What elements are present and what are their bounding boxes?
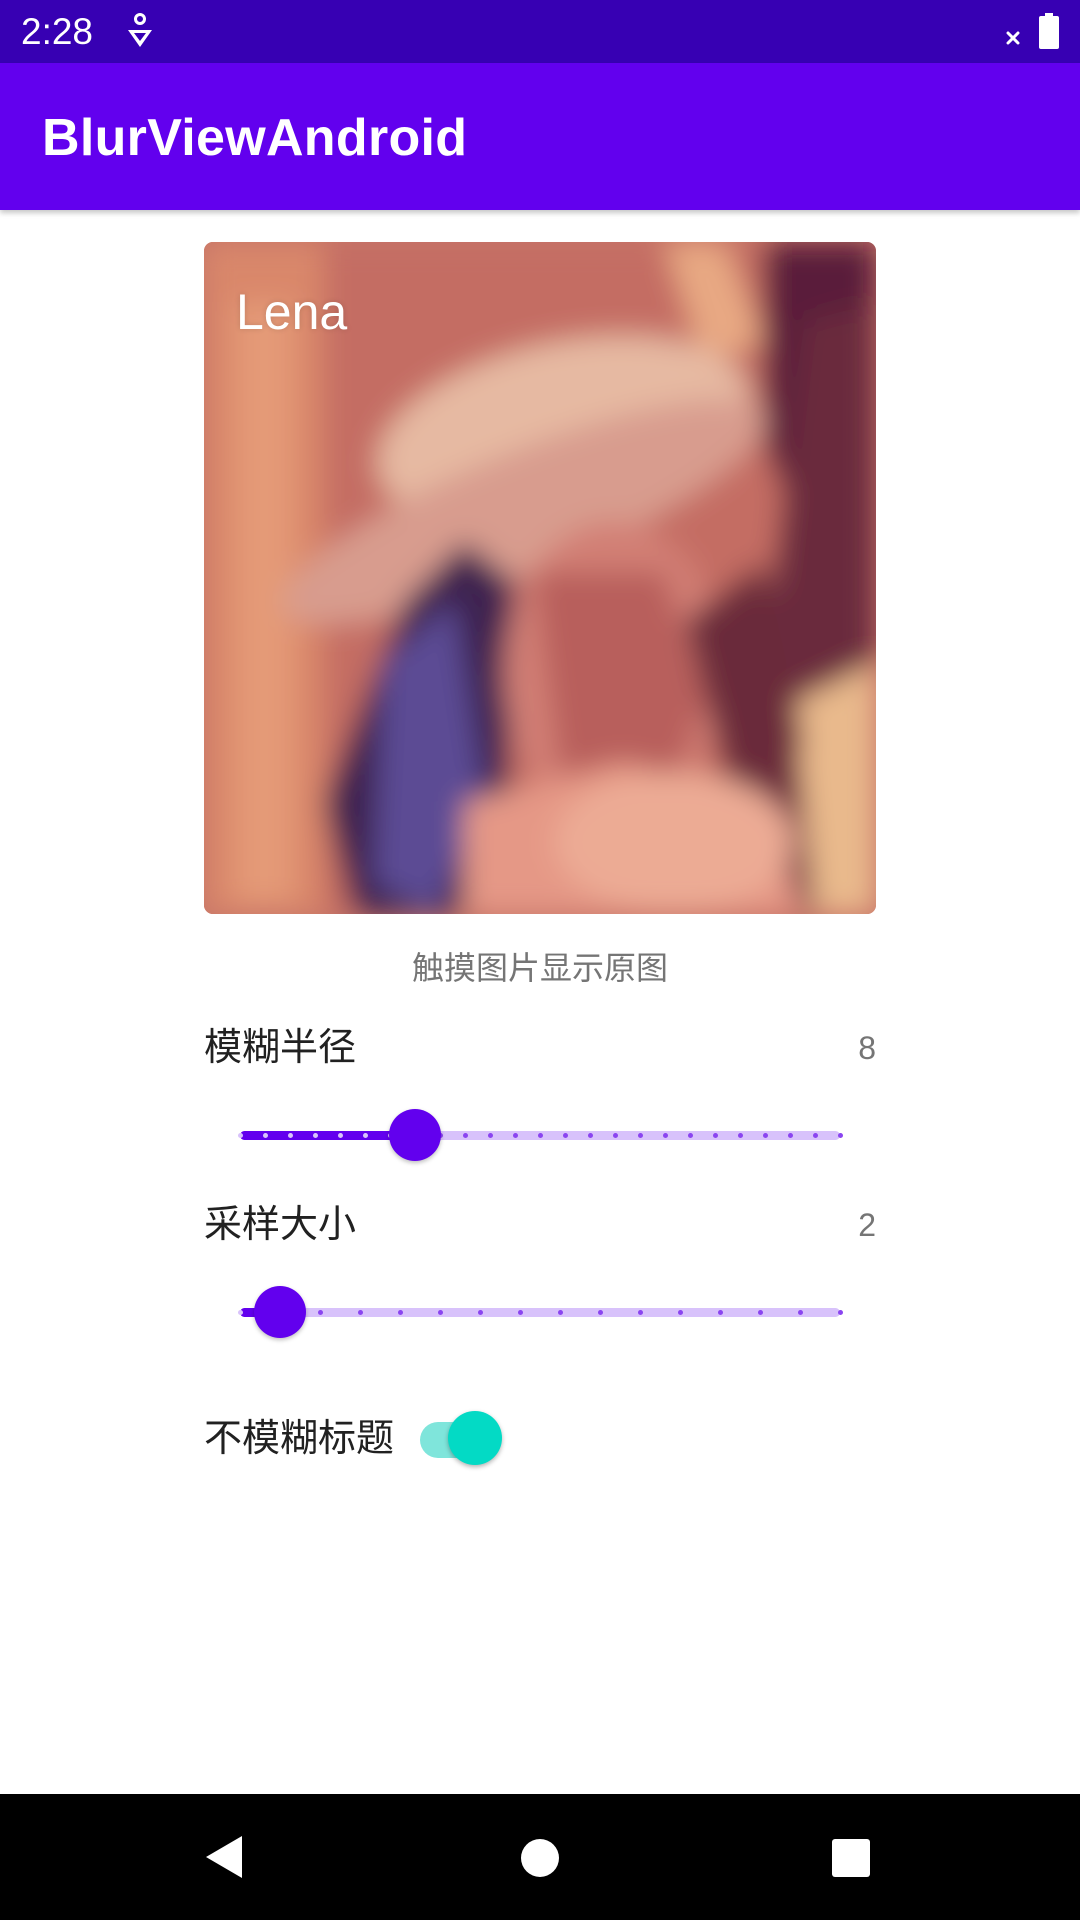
sample-size-value: 2 — [858, 1207, 876, 1243]
slider-tick — [662, 1133, 668, 1138]
notification-icon — [128, 13, 152, 47]
slider-thumb[interactable] — [389, 1109, 441, 1161]
blur-radius-slider[interactable] — [237, 1105, 843, 1165]
slider-tick — [337, 1133, 343, 1138]
slider-tick — [837, 1310, 843, 1315]
back-icon[interactable] — [204, 1834, 244, 1880]
blurred-photo — [204, 242, 876, 914]
status-time: 2:28 — [21, 11, 94, 52]
home-icon[interactable] — [520, 1838, 560, 1878]
nav-bar — [0, 1794, 1080, 1920]
no-blur-title-switch[interactable] — [418, 1408, 504, 1468]
slider-tick — [837, 1133, 843, 1138]
slider-tick — [357, 1310, 363, 1315]
image-caption: Lena — [236, 284, 348, 340]
blur-radius-value: 8 — [858, 1030, 876, 1066]
slider-tick — [397, 1310, 403, 1315]
slider-tick — [612, 1133, 618, 1138]
slider-track — [240, 1308, 840, 1317]
slider-tick — [637, 1133, 643, 1138]
slider-tick — [762, 1133, 768, 1138]
slider-tick — [557, 1310, 563, 1315]
slider-tick — [237, 1310, 243, 1315]
slider-tick — [362, 1133, 368, 1138]
slider-tick — [812, 1133, 818, 1138]
slider-tick — [537, 1133, 543, 1138]
slider-tick — [677, 1310, 683, 1315]
touch-hint: 触摸图片显示原图 — [411, 949, 668, 987]
slider-tick — [637, 1310, 643, 1315]
slider-tick — [797, 1310, 803, 1315]
slider-tick — [737, 1133, 743, 1138]
slider-tick — [687, 1133, 693, 1138]
battery-icon — [1039, 13, 1059, 49]
slider-tick — [787, 1133, 793, 1138]
blur-image-card[interactable]: Lena — [204, 242, 876, 914]
slider-tick — [487, 1133, 493, 1138]
recents-icon[interactable] — [831, 1838, 871, 1878]
sample-size-slider[interactable] — [237, 1282, 843, 1342]
slider-tick — [512, 1133, 518, 1138]
slider-tick — [712, 1133, 718, 1138]
slider-tick — [317, 1310, 323, 1315]
slider-tick — [717, 1310, 723, 1315]
app-bar: BlurViewAndroid — [0, 63, 1080, 210]
slider-tick — [597, 1310, 603, 1315]
slider-tick — [477, 1310, 483, 1315]
signal-off-icon — [1006, 31, 1020, 45]
slider-tick — [262, 1133, 268, 1138]
slider-tick — [757, 1310, 763, 1315]
slider-tick — [562, 1133, 568, 1138]
slider-tick — [437, 1310, 443, 1315]
blur-radius-label: 模糊半径 — [204, 1025, 357, 1069]
slider-tick — [462, 1133, 468, 1138]
slider-tick — [517, 1310, 523, 1315]
slider-tick — [312, 1133, 318, 1138]
slider-tick — [587, 1133, 593, 1138]
slider-tick — [287, 1133, 293, 1138]
switch-thumb[interactable] — [448, 1411, 502, 1465]
slider-tick — [237, 1133, 243, 1138]
sample-size-label: 采样大小 — [204, 1202, 357, 1246]
slider-thumb[interactable] — [254, 1286, 306, 1338]
status-bar: 2:28 — [0, 0, 1080, 63]
app-title: BlurViewAndroid — [42, 109, 468, 167]
no-blur-title-label: 不模糊标题 — [204, 1416, 395, 1460]
